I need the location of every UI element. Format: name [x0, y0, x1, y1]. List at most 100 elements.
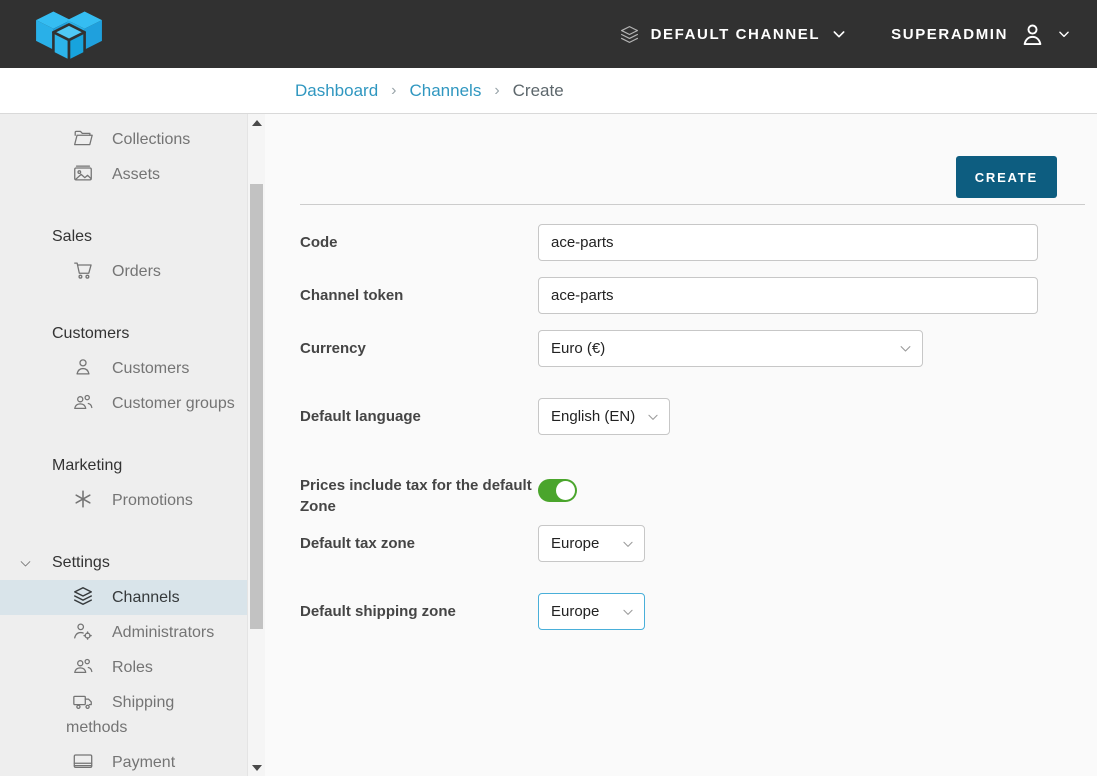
scroll-down-arrow[interactable]	[248, 759, 265, 776]
sidebar-item-customers[interactable]: Customers	[0, 351, 247, 386]
breadcrumb-link-channels[interactable]: Channels	[410, 81, 482, 101]
sidebar-scrollbar	[247, 114, 265, 776]
image-icon	[72, 162, 94, 184]
cart-icon	[72, 259, 94, 281]
nav-section-catalog: Collections Assets	[0, 122, 247, 192]
nav-section-header-customers: Customers	[0, 319, 247, 351]
chevron-down-icon	[831, 26, 847, 42]
default-tax-zone-select-value: Europe	[551, 535, 599, 552]
default-tax-zone-label: Default tax zone	[300, 533, 538, 554]
topbar-right: DEFAULT CHANNEL SUPERADMIN	[619, 21, 1071, 48]
sidebar-item-administrators[interactable]: Administrators	[0, 615, 247, 650]
chevron-down-icon	[1057, 27, 1071, 41]
breadcrumb-link-dashboard[interactable]: Dashboard	[295, 81, 378, 101]
default-shipping-zone-select[interactable]: Europe	[538, 593, 645, 630]
sidebar-item-label: Channels	[112, 589, 180, 606]
breadcrumb-separator: ›	[378, 82, 409, 100]
sidebar-item-channels[interactable]: Channels	[0, 580, 247, 615]
sidebar-item-label: Customer groups	[112, 395, 235, 412]
form-row-channel-token: Channel token	[300, 277, 1085, 314]
create-button[interactable]: CREATE	[956, 156, 1057, 198]
sidebar-item-collections[interactable]: Collections	[0, 122, 247, 157]
channel-switcher-label: DEFAULT CHANNEL	[651, 26, 821, 43]
nav-section-header-sales: Sales	[0, 222, 247, 254]
chevron-down-icon	[898, 341, 913, 356]
form-toolbar: CREATE	[300, 114, 1085, 204]
form-row-prices-include-tax: Prices include tax for the default Zone	[300, 475, 1085, 517]
sidebar-item-label: Collections	[112, 131, 190, 148]
sidebar-item-assets[interactable]: Assets	[0, 157, 247, 192]
form-row-default-shipping-zone: Default shipping zone Europe	[300, 593, 1085, 630]
credit-card-icon	[72, 750, 94, 772]
user-gear-icon	[72, 620, 94, 642]
sidebar-item-customer-groups[interactable]: Customer groups	[0, 386, 247, 421]
breadcrumb-current: Create	[513, 81, 564, 101]
default-language-select[interactable]: English (EN)	[538, 398, 670, 435]
prices-include-tax-toggle[interactable]	[538, 479, 577, 502]
default-shipping-zone-label: Default shipping zone	[300, 601, 538, 622]
user-menu[interactable]: SUPERADMIN	[891, 21, 1071, 48]
sidebar-item-label: Payment	[112, 754, 175, 771]
chevron-down-icon	[621, 537, 635, 551]
nav-section-sales: Sales Orders	[0, 222, 247, 289]
sidebar-item-label: Administrators	[112, 624, 214, 641]
truck-icon	[72, 690, 94, 712]
sidebar-item-label: Promotions	[112, 492, 193, 509]
chevron-down-icon	[646, 410, 660, 424]
users-icon	[72, 655, 94, 677]
code-label: Code	[300, 232, 538, 253]
form-row-code: Code	[300, 224, 1085, 261]
breadcrumb: Dashboard › Channels › Create	[0, 68, 1097, 114]
users-icon	[72, 391, 94, 413]
sidebar-item-payment[interactable]: Payment	[0, 745, 247, 776]
user-menu-label: SUPERADMIN	[891, 26, 1008, 43]
vendure-logo[interactable]	[30, 4, 108, 64]
asterisk-icon	[72, 488, 94, 510]
sidebar-item-label: Orders	[112, 263, 161, 280]
sidebar-item-label: Customers	[112, 360, 189, 377]
breadcrumb-separator: ›	[481, 82, 512, 100]
layers-icon	[72, 585, 94, 607]
sidebar-item-label: Assets	[112, 166, 160, 183]
default-shipping-zone-select-value: Europe	[551, 603, 599, 620]
currency-select-value: Euro (€)	[551, 340, 605, 357]
sidebar-item-orders[interactable]: Orders	[0, 254, 247, 289]
sidebar-item-roles[interactable]: Roles	[0, 650, 247, 685]
channel-switcher[interactable]: DEFAULT CHANNEL	[619, 24, 848, 45]
sidebar-nav: Collections Assets Sales Orders Customer…	[0, 114, 265, 776]
nav-section-marketing: Marketing Promotions	[0, 451, 247, 518]
prices-include-tax-label: Prices include tax for the default Zone	[300, 475, 538, 517]
cube-logo-icon	[30, 4, 108, 64]
channel-token-label: Channel token	[300, 285, 538, 306]
sidebar-item-shipping-methods[interactable]: Shipping methods	[0, 685, 247, 745]
user-icon	[72, 356, 94, 378]
form-row-currency: Currency Euro (€)	[300, 330, 1085, 367]
form-row-default-language: Default language English (EN)	[300, 398, 1085, 435]
default-tax-zone-select[interactable]: Europe	[538, 525, 645, 562]
chevron-down-icon	[621, 605, 635, 619]
channel-token-input[interactable]	[538, 277, 1038, 314]
person-icon	[1019, 21, 1046, 48]
create-channel-form-page: CREATE Code Channel token Currency Euro …	[265, 114, 1097, 776]
form-row-default-tax-zone: Default tax zone Europe	[300, 525, 1085, 562]
folder-icon	[72, 127, 94, 149]
chevron-down-icon	[18, 556, 33, 576]
sidebar-item-label: Roles	[112, 659, 153, 676]
nav-section-settings: Settings Channels Administrators Roles S…	[0, 548, 247, 776]
layers-icon	[619, 24, 640, 45]
nav-section-header-marketing: Marketing	[0, 451, 247, 483]
scroll-up-arrow[interactable]	[248, 114, 265, 131]
currency-label: Currency	[300, 338, 538, 359]
nav-section-header-settings[interactable]: Settings	[0, 548, 247, 580]
toggle-knob	[556, 481, 575, 500]
channel-form: Code Channel token Currency Euro (€) Def…	[300, 205, 1085, 630]
sidebar-item-promotions[interactable]: Promotions	[0, 483, 247, 518]
topbar: DEFAULT CHANNEL SUPERADMIN	[0, 0, 1097, 68]
currency-select[interactable]: Euro (€)	[538, 330, 923, 367]
code-input[interactable]	[538, 224, 1038, 261]
default-language-label: Default language	[300, 406, 538, 427]
nav-section-label: Settings	[52, 554, 110, 571]
default-language-select-value: English (EN)	[551, 408, 635, 425]
nav-section-customers: Customers Customers Customer groups	[0, 319, 247, 421]
scrollbar-thumb[interactable]	[250, 184, 263, 629]
